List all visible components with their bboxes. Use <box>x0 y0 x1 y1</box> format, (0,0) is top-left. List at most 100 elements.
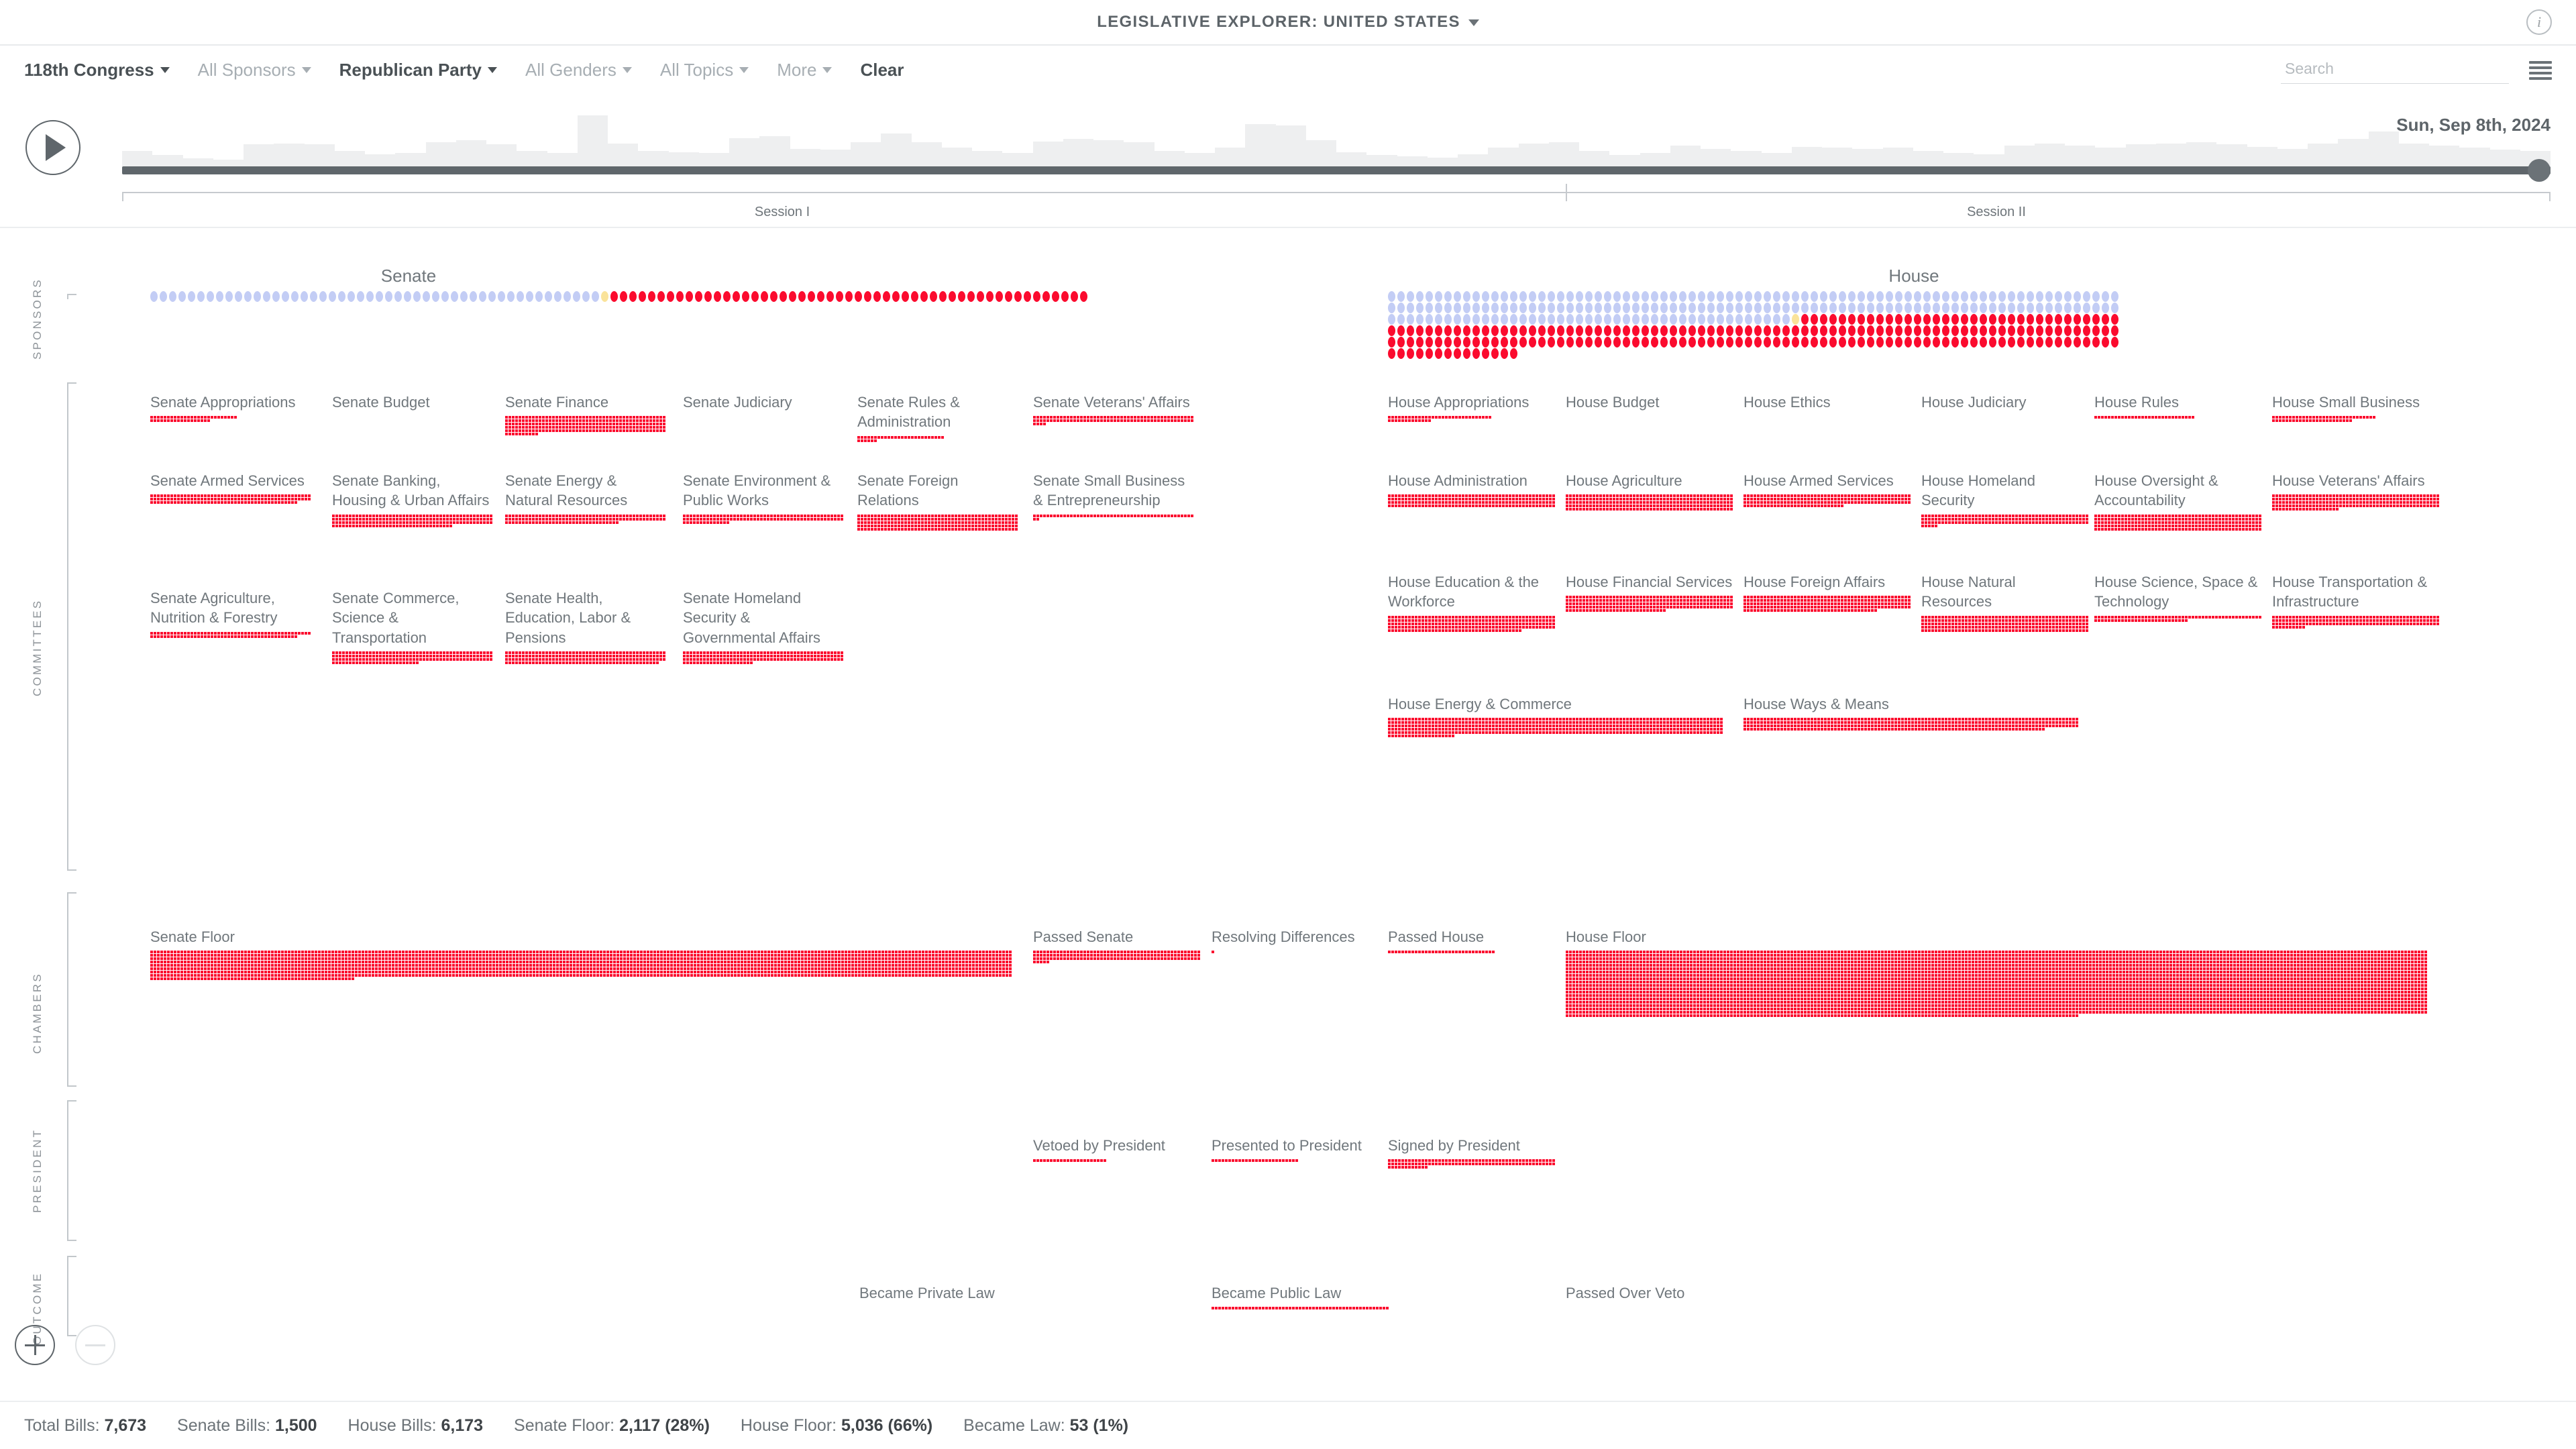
bill-marker[interactable] <box>1972 629 1974 632</box>
bill-marker[interactable] <box>576 521 578 524</box>
bill-marker[interactable] <box>1925 514 1927 517</box>
bill-marker[interactable] <box>1948 619 1951 622</box>
bill-marker[interactable] <box>1982 521 1984 524</box>
bill-marker[interactable] <box>706 517 709 521</box>
bill-marker[interactable] <box>525 661 528 664</box>
bill-marker[interactable] <box>991 514 994 517</box>
bill-marker[interactable] <box>1452 619 1454 622</box>
sponsor-dot-republican[interactable] <box>1388 348 1395 359</box>
bill-marker[interactable] <box>1063 416 1066 419</box>
bill-marker[interactable] <box>898 524 900 527</box>
bill-marker[interactable] <box>2079 619 2082 622</box>
bill-marker[interactable] <box>817 514 820 517</box>
bill-marker[interactable] <box>659 651 662 654</box>
sponsor-dot-democrat[interactable] <box>2074 291 2081 302</box>
bill-marker[interactable] <box>2245 521 2248 524</box>
bill-marker[interactable] <box>515 419 518 423</box>
bill-marker[interactable] <box>1411 629 1414 632</box>
bill-marker[interactable] <box>1992 514 1994 517</box>
bill-marker[interactable] <box>1938 514 1941 517</box>
bill-marker[interactable] <box>1764 602 1766 606</box>
bill-marker[interactable] <box>562 429 565 433</box>
bill-marker[interactable] <box>2426 501 2429 504</box>
bill-marker[interactable] <box>804 517 806 521</box>
bill-marker[interactable] <box>1928 619 1931 622</box>
bill-marker[interactable] <box>1405 416 1407 419</box>
bill-marker[interactable] <box>1070 416 1073 419</box>
sponsor-dot-democrat[interactable] <box>1726 303 1733 313</box>
bill-marker[interactable] <box>1817 498 1820 501</box>
bill-marker[interactable] <box>1596 504 1599 508</box>
bill-marker[interactable] <box>1485 629 1488 632</box>
bill-marker[interactable] <box>463 521 466 524</box>
bill-marker[interactable] <box>529 426 531 429</box>
bill-marker[interactable] <box>1854 596 1857 599</box>
bill-marker[interactable] <box>1854 606 1857 609</box>
bill-marker[interactable] <box>1921 625 1924 629</box>
bill-marker[interactable] <box>559 423 561 426</box>
sponsor-dot-republican[interactable] <box>1407 337 1414 347</box>
bill-marker[interactable] <box>2306 504 2308 508</box>
bill-marker[interactable] <box>2329 498 2332 501</box>
bill-marker[interactable] <box>1468 498 1471 501</box>
bill-marker[interactable] <box>820 651 823 654</box>
bill-marker[interactable] <box>1512 501 1515 504</box>
bill-marker[interactable] <box>2229 527 2231 531</box>
bill-marker[interactable] <box>2104 514 2107 517</box>
bill-marker[interactable] <box>2390 498 2392 501</box>
sponsor-dot-republican[interactable] <box>1895 337 1902 347</box>
bill-marker[interactable] <box>1505 625 1508 629</box>
sponsor-dot-democrat[interactable] <box>2036 291 2043 302</box>
bill-marker[interactable] <box>1114 416 1116 419</box>
bill-marker[interactable] <box>1780 599 1783 602</box>
bill-marker[interactable] <box>1807 498 1810 501</box>
bill-marker[interactable] <box>747 517 749 521</box>
bill-marker[interactable] <box>1864 609 1867 612</box>
sponsor-dot-democrat[interactable] <box>1792 303 1799 313</box>
bill-marker[interactable] <box>268 631 270 635</box>
bill-marker[interactable] <box>1988 615 1991 619</box>
bill-marker[interactable] <box>2309 416 2312 419</box>
bill-marker[interactable] <box>519 423 521 426</box>
bill-marker[interactable] <box>2376 501 2379 504</box>
bill-marker[interactable] <box>1191 419 1193 423</box>
bill-marker[interactable] <box>1874 609 1877 612</box>
bill-marker[interactable] <box>1663 609 1666 612</box>
bill-marker[interactable] <box>1901 501 1904 504</box>
bill-marker[interactable] <box>1854 494 1857 498</box>
bill-marker[interactable] <box>596 661 598 664</box>
bill-marker[interactable] <box>2118 416 2121 419</box>
bill-marker[interactable] <box>690 517 692 521</box>
sponsor-dot-democrat[interactable] <box>1782 314 1790 325</box>
bill-marker[interactable] <box>1609 504 1612 508</box>
bill-marker[interactable] <box>918 521 920 524</box>
sponsor-dot-republican[interactable] <box>1604 325 1611 336</box>
bill-marker[interactable] <box>2319 504 2322 508</box>
bill-marker[interactable] <box>837 651 840 654</box>
bill-marker[interactable] <box>1495 494 1498 498</box>
bill-marker[interactable] <box>1438 629 1441 632</box>
committee-node[interactable]: House Small Business <box>2272 392 2440 423</box>
bill-marker[interactable] <box>606 517 608 521</box>
bill-marker[interactable] <box>1070 514 1073 517</box>
bill-marker[interactable] <box>1546 494 1548 498</box>
bill-marker[interactable] <box>532 423 535 426</box>
bill-marker[interactable] <box>539 517 541 521</box>
bill-marker[interactable] <box>784 514 786 517</box>
bill-marker[interactable] <box>473 517 476 521</box>
sponsor-dot-democrat[interactable] <box>1735 291 1743 302</box>
bill-marker[interactable] <box>562 426 565 429</box>
bill-marker[interactable] <box>2079 615 2082 619</box>
bill-marker[interactable] <box>480 657 482 661</box>
sponsor-dot-democrat[interactable] <box>1717 314 1724 325</box>
bill-marker[interactable] <box>2104 527 2107 531</box>
bill-marker[interactable] <box>2114 514 2117 517</box>
bill-marker[interactable] <box>579 426 582 429</box>
bill-marker[interactable] <box>1613 602 1615 606</box>
bill-marker[interactable] <box>2259 514 2261 517</box>
bill-marker[interactable] <box>244 498 247 501</box>
bill-marker[interactable] <box>971 524 974 527</box>
bill-marker[interactable] <box>1579 599 1582 602</box>
bill-marker[interactable] <box>1643 609 1646 612</box>
bill-marker[interactable] <box>1127 416 1130 419</box>
